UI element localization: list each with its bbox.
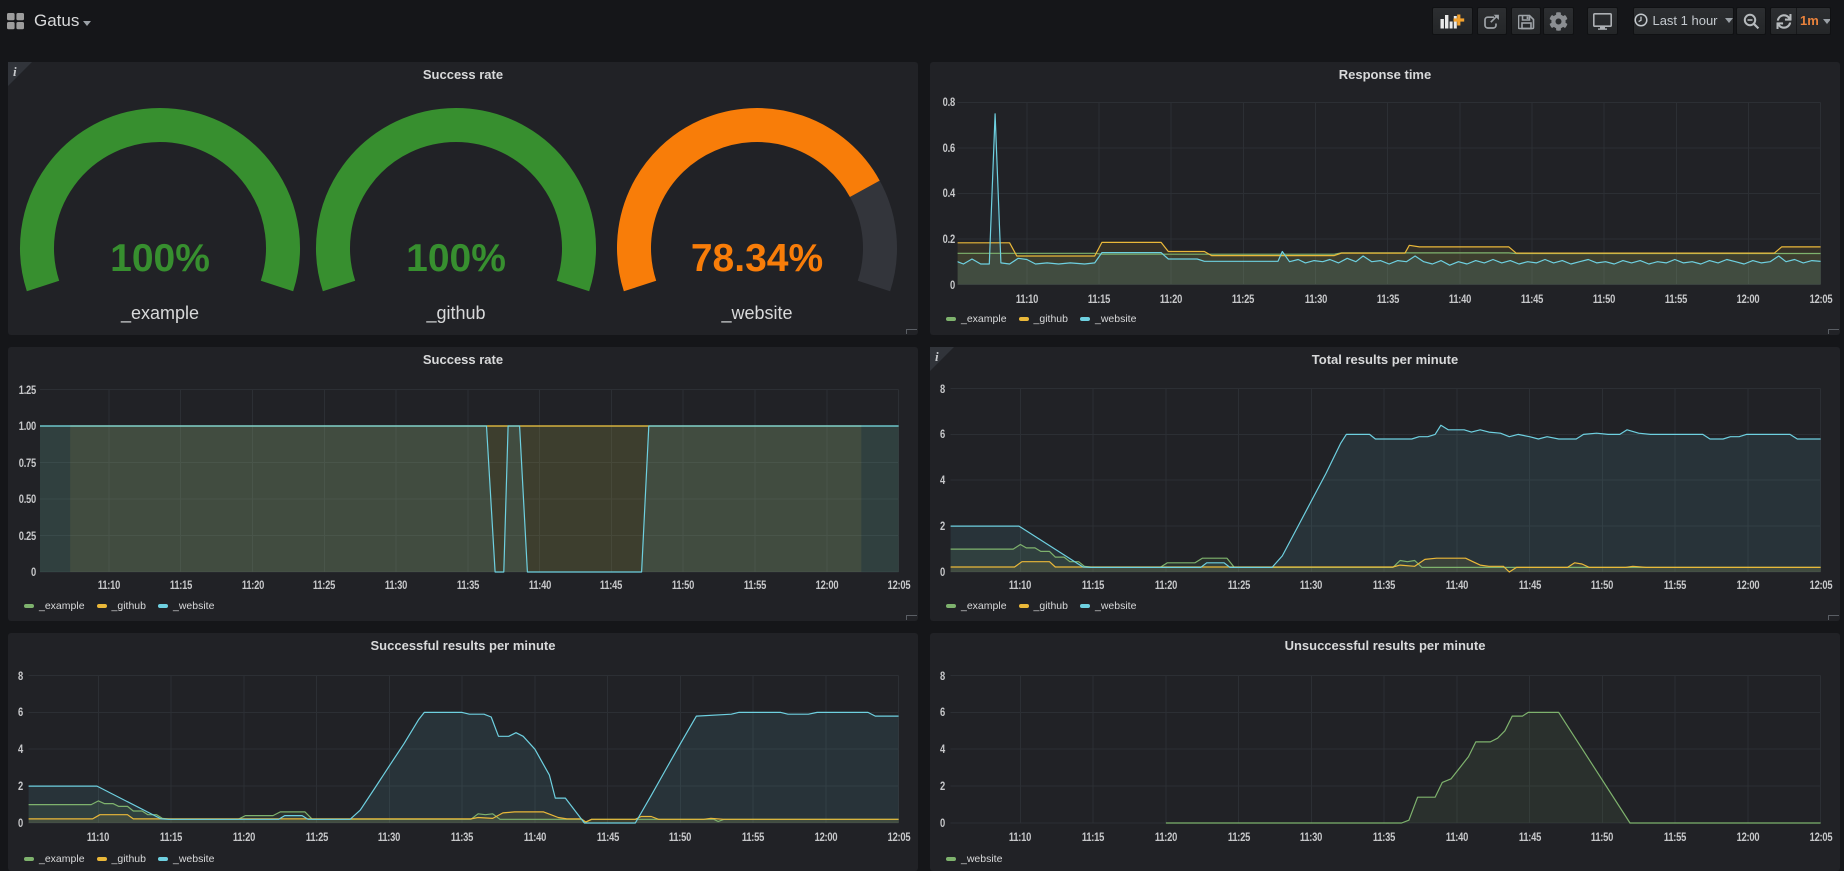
svg-text:100%: 100% — [110, 237, 210, 280]
svg-text:_example: _example — [120, 303, 199, 324]
svg-text:_website: _website — [720, 303, 792, 324]
svg-text:100%: 100% — [406, 237, 506, 280]
svg-text:78.34%: 78.34% — [691, 237, 823, 280]
svg-text:_github: _github — [425, 303, 485, 324]
